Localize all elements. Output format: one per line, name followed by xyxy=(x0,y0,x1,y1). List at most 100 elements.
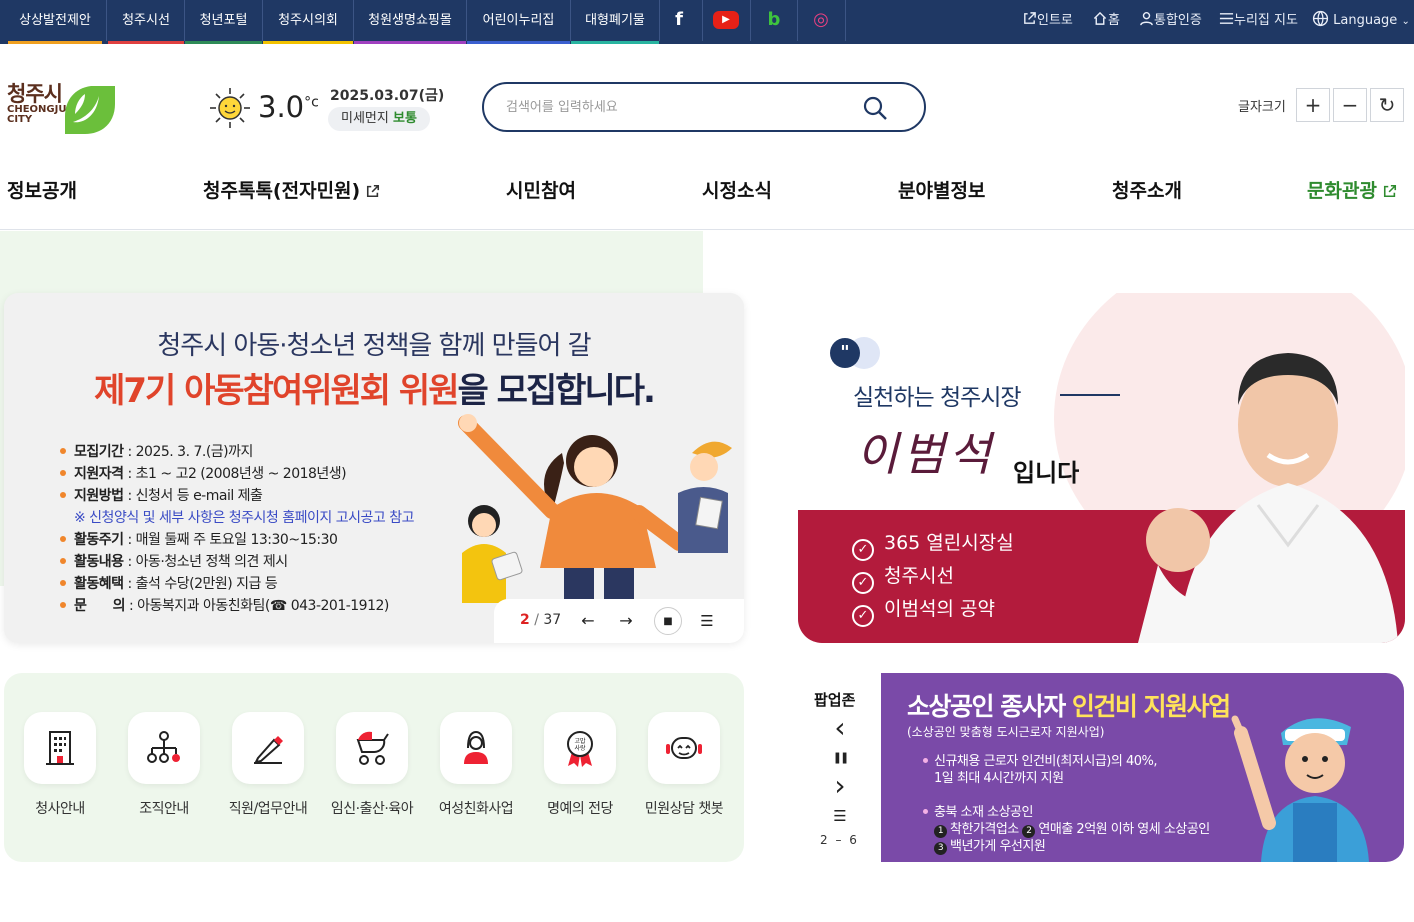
quick-item-building-guide[interactable]: 청사안내 xyxy=(8,712,112,818)
dust-value: 보통 xyxy=(392,111,417,126)
mayor-link-pledges[interactable]: ✓ 이범석의 공약 xyxy=(852,594,995,627)
topnav-link-shopping-mall[interactable]: 청원생명쇼핑몰 xyxy=(354,0,466,44)
home-label: 홈 xyxy=(1108,13,1120,28)
gnb-about-cheongju[interactable]: 청주소개 xyxy=(1112,176,1182,203)
gnb-field-info[interactable]: 분야별정보 xyxy=(898,176,985,203)
popup-list-icon[interactable]: ☰ xyxy=(826,803,854,829)
instagram-icon[interactable]: ◎ xyxy=(808,8,834,32)
quick-item-label: 청사안내 xyxy=(35,801,85,817)
gnb-culture-tourism[interactable]: 문화관광 xyxy=(1307,176,1397,203)
auth-label: 통합인증 xyxy=(1154,13,1202,28)
facebook-icon[interactable]: f xyxy=(666,8,692,32)
popup-zone-title: 팝업존 xyxy=(814,691,856,709)
logo-english: CHEONGJU CITY xyxy=(7,105,66,125)
quick-item-label: 여성친화사업 xyxy=(438,801,514,817)
mayor-portrait xyxy=(1138,353,1398,643)
medal-text-line1: 고맙 xyxy=(574,738,586,745)
quick-item-label: 임신·출산·육아 xyxy=(330,801,414,817)
chevron-down-icon: ⌄ xyxy=(1401,16,1410,27)
banner-info-note: ※ 신청양식 및 세부 사항은 청주시청 홈페이지 고시공고 참고 xyxy=(74,510,414,526)
quote-icon: " xyxy=(830,338,860,368)
banner-info-row: 지원자격 : 초1 ~ 고2 (2008년생 ~ 2018년생) xyxy=(60,463,347,483)
divider xyxy=(659,0,660,41)
popup-next-chevron-icon[interactable]: › xyxy=(826,772,854,800)
main-banner-slider[interactable]: 청주시 아동·청소년 정책을 함께 만들어 갈 제7기 아동참여위원회 위원을 … xyxy=(4,293,744,643)
popup-prev-chevron-icon[interactable]: ‹ xyxy=(826,714,854,742)
banner-title-top: 청주시 아동·청소년 정책을 함께 만들어 갈 xyxy=(157,331,591,361)
topnav-link-proposal[interactable]: 상상발전제안 xyxy=(8,0,102,44)
quick-item-childcare[interactable]: 임신·출산·육아 xyxy=(320,712,424,818)
banner-pager: 2 / 37 xyxy=(520,612,562,628)
blog-icon[interactable]: b xyxy=(761,8,787,32)
quick-menu: 청사안내 조직안내 직원/업무안내 임신·출산·육아 여성친화사업 고맙 사랑 명… xyxy=(4,673,744,862)
font-size-reset-button[interactable]: ↻ xyxy=(1370,88,1404,122)
popup-subtitle: (소상공인 맞춤형 도시근로자 지원사업) xyxy=(907,725,1105,739)
home-link[interactable]: 홈 xyxy=(1092,0,1120,44)
worker-illustration xyxy=(1231,715,1369,862)
mayor-link-cheongju-sisun[interactable]: ✓ 청주시선 xyxy=(852,561,954,594)
gnb-culture-tourism-label: 문화관광 xyxy=(1307,180,1377,202)
divider xyxy=(845,0,846,41)
language-selector[interactable]: Language ⌄ xyxy=(1312,0,1410,44)
gnb-cheongju-toktok-label: 청주톡톡(전자민원) xyxy=(203,180,361,202)
search-box xyxy=(482,82,926,132)
popup-controls: 팝업존 ‹ ❚❚ › ☰ 2 – 6 xyxy=(798,673,881,862)
external-link-icon xyxy=(367,184,380,198)
stroller-icon xyxy=(356,731,389,765)
gnb-info-disclosure[interactable]: 정보공개 xyxy=(7,176,77,203)
auth-link[interactable]: 통합인증 xyxy=(1139,0,1202,44)
logo-english-line2: CITY xyxy=(7,114,33,125)
dust-label: 미세먼지 xyxy=(341,111,389,126)
font-size-decrease-button[interactable]: − xyxy=(1333,88,1367,122)
gnb-city-news[interactable]: 시정소식 xyxy=(702,176,772,203)
banner-info-row: 활동혜택 : 출석 수당(2만원) 지급 등 xyxy=(60,573,278,593)
medal-text-line2: 사랑 xyxy=(574,744,586,752)
banner-info-row: 문 의 : 아동복지과 아동친화팀(☎ 043-201-1912) xyxy=(60,595,389,615)
mayor-card: " 실천하는 청주시장 이범석 입니다 ✓ 365 열린시장실 ✓ 청주시선 ✓ 이범… xyxy=(798,293,1405,643)
search-input[interactable] xyxy=(506,96,846,118)
check-circle-icon: ✓ xyxy=(852,539,874,561)
gnb-citizen-participation[interactable]: 시민참여 xyxy=(506,176,576,203)
banner-list-icon[interactable]: ☰ xyxy=(693,607,721,635)
banner-stop-icon[interactable]: ■ xyxy=(654,607,682,635)
fine-dust-badge: 미세먼지 보통 xyxy=(328,107,430,131)
topnav-link-cheongju-sisun[interactable]: 청주시선 xyxy=(108,0,184,44)
building-icon xyxy=(46,731,74,765)
divider xyxy=(797,0,798,41)
user-icon xyxy=(1140,11,1153,26)
medal-icon: 고맙사랑 xyxy=(567,731,593,767)
temperature-value: 3.0 xyxy=(258,90,305,124)
topnav-link-youth-portal[interactable]: 청년포털 xyxy=(185,0,262,44)
quick-item-organization[interactable]: 조직안내 xyxy=(112,712,216,818)
font-size-increase-button[interactable]: + xyxy=(1296,88,1330,122)
check-circle-icon: ✓ xyxy=(852,572,874,594)
mayor-link-label: 이범석의 공약 xyxy=(884,598,995,620)
popup-title-highlight: 인건비 지원사업 xyxy=(1071,692,1231,721)
temperature: 3.0°c xyxy=(258,90,319,124)
quick-item-chatbot[interactable]: 민원상담 챗봇 xyxy=(632,712,736,818)
topnav-link-council[interactable]: 청주시의회 xyxy=(263,0,353,44)
popup-banner-small-business[interactable]: 소상공인 종사자 인건비 지원사업 (소상공인 맞춤형 도시근로자 지원사업) … xyxy=(881,673,1404,862)
banner-info-row: 모집기간 : 2025. 3. 7.(금)까지 xyxy=(60,441,253,461)
topnav-link-large-waste[interactable]: 대형폐기물 xyxy=(571,0,659,44)
mayor-link-label: 청주시선 xyxy=(884,565,954,587)
search-icon[interactable] xyxy=(861,94,889,122)
popup-row: 3 백년가게 우선지원 xyxy=(934,835,1046,855)
banner-next-arrow-icon[interactable]: → xyxy=(612,607,640,635)
gnb-cheongju-toktok[interactable]: 청주톡톡(전자민원) xyxy=(203,176,380,203)
sitemap-link[interactable]: 누리집 지도 xyxy=(1219,0,1298,44)
popup-title-plain: 소상공인 종사자 xyxy=(907,692,1072,721)
quick-item-hall-of-fame[interactable]: 고맙 사랑 명예의 전당 xyxy=(528,712,632,818)
youtube-icon[interactable]: ▶ xyxy=(713,11,739,29)
quick-item-women-friendly[interactable]: 여성친화사업 xyxy=(424,712,528,818)
topnav-link-kids[interactable]: 어린이누리집 xyxy=(467,0,570,44)
intro-link[interactable]: 인트로 xyxy=(1022,0,1073,44)
mayor-name-suffix: 입니다 xyxy=(1013,459,1080,487)
intro-label: 인트로 xyxy=(1037,13,1073,28)
popup-pause-icon[interactable]: ❚❚ xyxy=(826,745,854,771)
mayor-link-open-office[interactable]: ✓ 365 열린시장실 xyxy=(852,528,1014,561)
menu-icon xyxy=(1219,13,1234,24)
quick-item-staff-guide[interactable]: 직원/업무안내 xyxy=(216,712,320,818)
current-date: 2025.03.07(금) xyxy=(330,88,445,104)
banner-prev-arrow-icon[interactable]: ← xyxy=(574,607,602,635)
